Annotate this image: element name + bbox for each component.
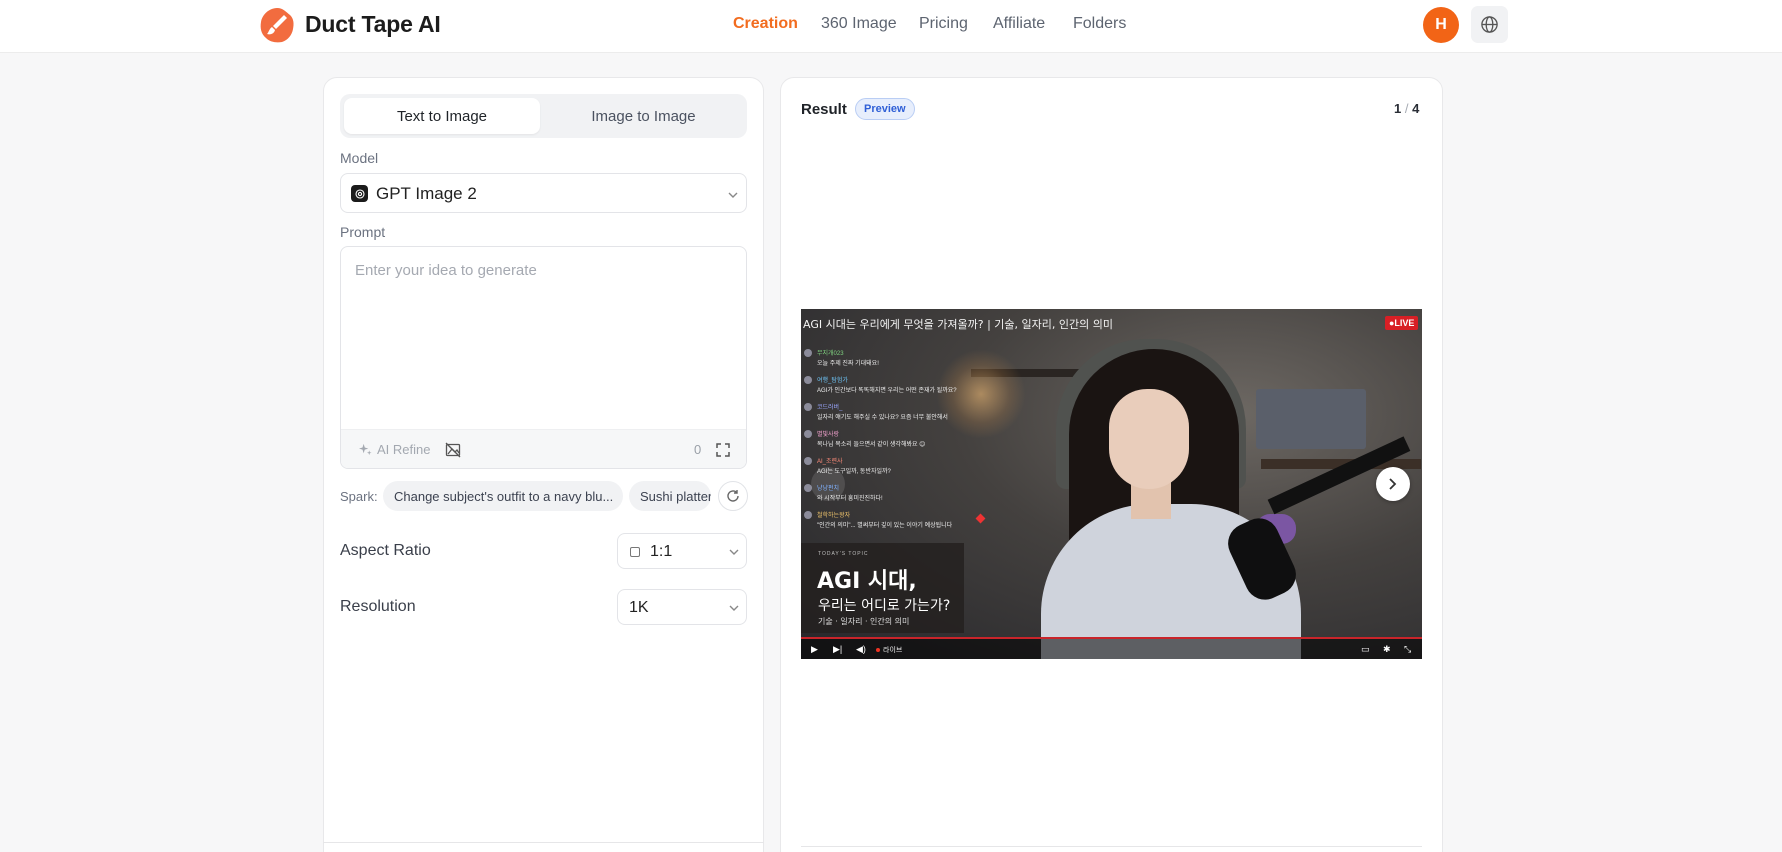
nav-affiliate[interactable]: Affiliate [993,15,1045,33]
mode-tabs: Text to Image Image to Image [340,94,747,138]
preview-badge: Preview [855,98,915,120]
chat-username: 코드러버_ [817,405,843,411]
aspect-ratio-label: Aspect Ratio [340,542,431,559]
panel-divider [323,842,764,843]
sparkle-icon [359,443,372,456]
square-icon [630,547,640,557]
prompt-toolbar: AI Refine 0 [341,429,746,468]
spark-label: Spark: [340,489,378,504]
chat-message: 여행_탐험가 AGI가 인간보다 똑똑해지면 우리는 어떤 존재가 될까요? [804,375,984,402]
chat-message: 별빛사랑목나님 목소리 들으면서 같이 생각해봐요 😊 [804,429,984,456]
nav-folders[interactable]: Folders [1073,15,1126,33]
live-badge: ●LIVE [1385,316,1419,330]
ai-refine-button[interactable]: AI Refine [359,442,430,457]
brand-logo-icon[interactable] [259,7,295,43]
result-pager: 1 / 4 [1394,101,1419,116]
chat-username: 철학하는왕자 [817,513,851,519]
ai-refine-label: AI Refine [377,442,431,457]
panel-divider [801,846,1422,847]
chat-message: 코드러버_ 일자리 얘기도 해주실 수 있나요? 요즘 너무 불안해서 [804,402,984,429]
chat-message: 철학하는왕자 "인간의 의미"... 별써부터 깊이 있는 이야기 예상됩니다 [804,510,984,537]
chat-username: 여행_탐험가 [817,378,848,384]
prompt-label: Prompt [340,224,386,240]
prompt-input[interactable] [341,247,746,429]
brand-name[interactable]: Duct Tape AI [305,11,441,38]
aspect-ratio-value: 1:1 [650,543,673,560]
result-image[interactable]: AGI 시대는 우리에게 무엇을 가져올까? | 기술, 일자리, 인간의 의미… [801,309,1422,659]
pager-total: 4 [1412,101,1420,116]
pager-current: 1 [1394,101,1402,116]
live-chat: 무지개023 오늘 주제 진짜 기대돼요! 여행_탐험가 AGI가 인간보다 똑똑해… [804,348,984,537]
chat-text: "인간의 의미"... 별써부터 깊이 있는 이야기 예상됩니다 [817,523,953,529]
chat-username: AI_조련사 [817,459,843,465]
expand-icon[interactable] [716,443,730,457]
resolution-label: Resolution [340,598,416,615]
model-select[interactable]: GPT Image 2 [340,173,747,213]
play-icon: ▶ [811,644,818,654]
topic-card: TODAY'S TOPIC AGI 시대, 우리는 어디로 가는가? 기술 · … [801,543,964,633]
spark-chip[interactable]: Sushi platter [629,481,711,511]
chat-text: 목나님 목소리 들으면서 같이 생각해봐요 😊 [817,442,926,448]
result-title: Result [801,101,847,118]
topic-tag: TODAY'S TOPIC [818,551,869,557]
resolution-value: 1K [629,599,649,616]
char-count: 0 [694,442,702,457]
monitor [1256,389,1366,449]
fullscreen-exit-icon: ⤡ [1404,644,1412,654]
topic-headline: AGI 시대, [817,569,917,594]
top-header: Duct Tape AI Creation 360 Image Pricing … [0,0,1782,53]
refresh-sparks-button[interactable] [718,481,748,511]
next-image-button[interactable] [1376,467,1410,501]
stream-title: AGI 시대는 우리에게 무엇을 가져올까? | 기술, 일자리, 인간의 의미 [803,318,1113,331]
user-avatar[interactable]: H [1423,7,1459,43]
nav-pricing[interactable]: Pricing [919,15,968,33]
tab-text-to-image[interactable]: Text to Image [344,98,540,134]
aspect-ratio-select[interactable]: 1:1 [617,533,747,569]
chat-username: 무지개023 [817,351,844,357]
model-label: Model [340,150,379,166]
chat-text: 오늘 주제 진짜 기대돼요! [817,361,879,367]
player-controls: ▶ ▶| ◀) 라이브 ▭ ✱ ⤡ [801,639,1422,659]
tab-image-to-image[interactable]: Image to Image [544,98,743,134]
language-button[interactable] [1471,6,1508,43]
settings-icon: ✱ [1383,644,1391,654]
chat-text: AGI가 인간보다 똑똑해지면 우리는 어떤 존재가 될까요? [817,388,957,394]
captions-icon: ▭ [1361,644,1370,654]
image-attach-icon[interactable] [445,442,461,458]
chevron-down-icon [728,192,738,198]
player-live-label: 라이브 [876,645,902,655]
spark-chip[interactable]: Change subject's outfit to a navy blu... [383,481,623,511]
globe-icon [1481,16,1498,33]
nav-360-image[interactable]: 360 Image [821,15,897,33]
chat-message: 무지개023 오늘 주제 진짜 기대돼요! [804,348,984,375]
topic-subheadline: 우리는 어디로 가는가? [818,598,951,614]
topic-keywords: 기술 · 일자리 · 인간의 의미 [818,617,910,626]
pager-separator: / [1404,101,1409,116]
refresh-icon [727,490,739,502]
chat-text: 일자리 얘기도 해주실 수 있나요? 요즘 너무 불안해서 [817,415,948,421]
chevron-right-icon [1389,478,1397,490]
prompt-box: AI Refine 0 [340,246,747,469]
previous-image-button[interactable] [811,467,845,501]
chat-username: 별빛사랑 [817,432,840,438]
openai-icon [351,185,368,202]
model-value: GPT Image 2 [376,184,477,203]
skip-icon: ▶| [833,644,843,654]
resolution-select[interactable]: 1K [617,589,747,625]
person-face [1109,389,1189,489]
volume-icon: ◀) [856,644,866,654]
nav-creation[interactable]: Creation [733,15,798,33]
chevron-down-icon [729,549,739,555]
chevron-down-icon [729,605,739,611]
